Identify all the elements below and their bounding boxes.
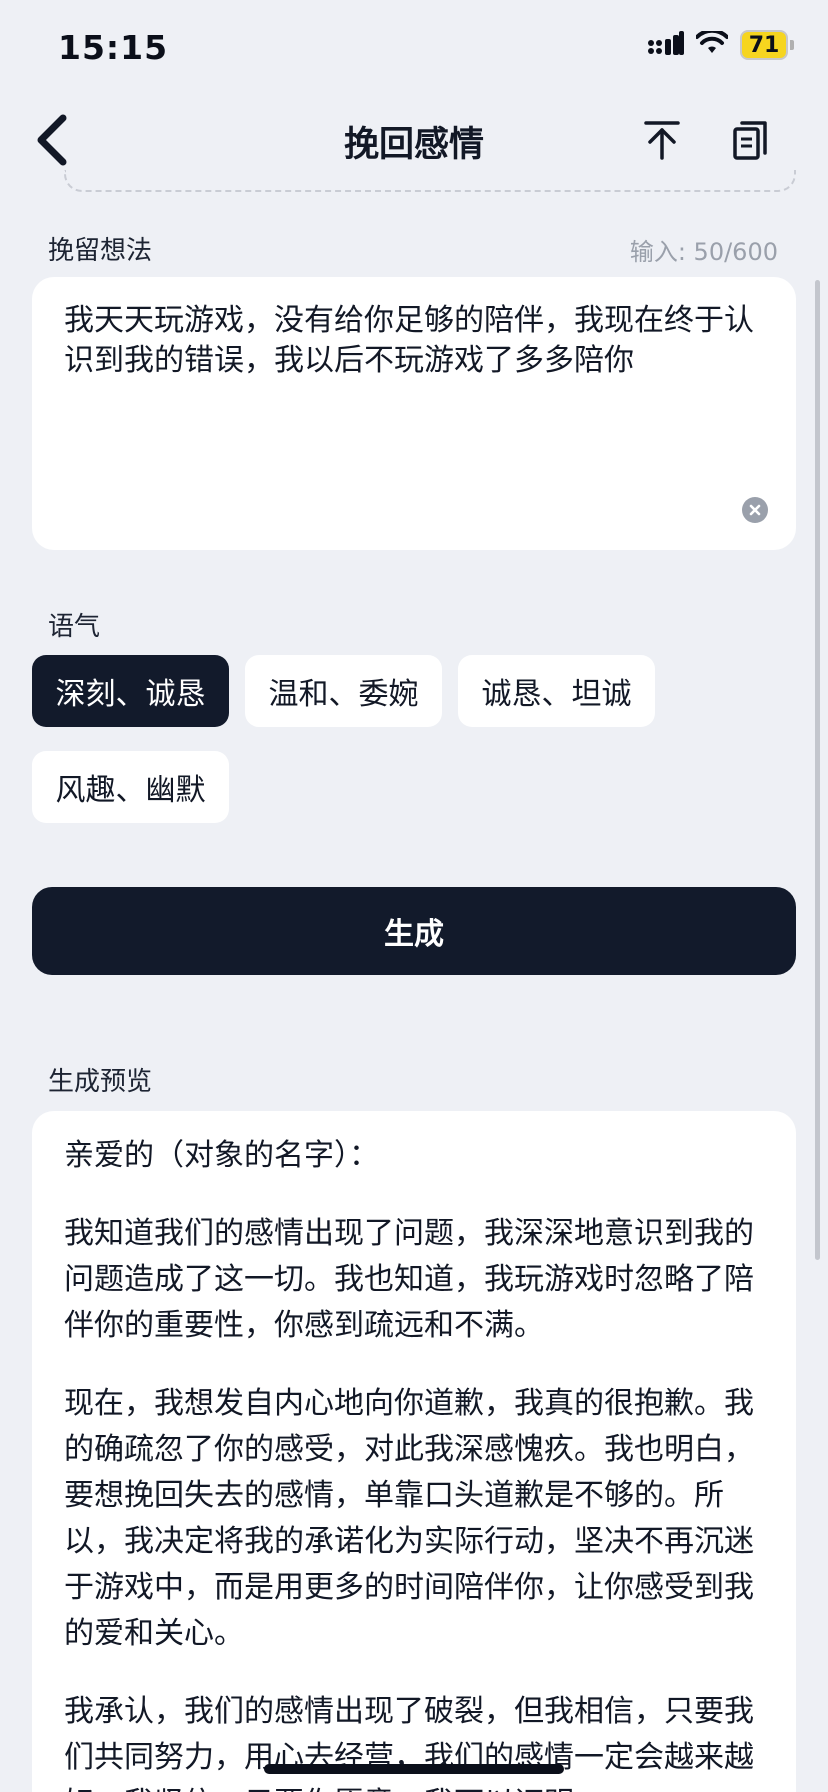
status-time: 15:15 xyxy=(58,28,169,67)
scrollbar[interactable] xyxy=(815,280,820,1260)
wifi-icon xyxy=(695,28,729,59)
generate-button[interactable]: 生成 xyxy=(32,887,796,975)
preview-label: 生成预览 xyxy=(48,1067,153,1097)
preview-paragraph: 我承认，我们的感情出现了破裂，但我相信，只要我们共同努力，用心去经营，我们的感情… xyxy=(64,1694,754,1792)
battery-icon: 71 xyxy=(740,30,794,60)
tone-chip-witty-humorous[interactable]: 风趣、幽默 xyxy=(32,751,229,823)
clear-input-button[interactable] xyxy=(742,497,768,523)
tone-label: 语气 xyxy=(48,612,101,642)
tone-chip-sincere-frank[interactable]: 诚恳、坦诚 xyxy=(458,655,655,727)
input-counter: 输入: 50/600 xyxy=(629,238,778,266)
page-title: 挽回感情 xyxy=(343,125,484,165)
retain-input-field[interactable]: 我天天玩游戏，没有给你足够的陪伴，我现在终于认识到我的错误，我以后不玩游戏了多多… xyxy=(32,277,796,550)
status-bar: 15:15 71 xyxy=(0,0,828,100)
status-icons: 71 xyxy=(648,28,794,60)
preview-paragraph: 我知道我们的感情出现了问题，我深深地意识到我的问题造成了这一切。我也知道，我玩游… xyxy=(64,1216,754,1343)
page: 15:15 71 挽回感情 挽留想法 输入: 50/600 我天天玩游戏，没有给… xyxy=(0,0,828,1792)
preview-paragraph: 现在，我想发自内心地向你道歉，我真的很抱歉。我的确疏忽了你的感受，对此我深感愧疚… xyxy=(64,1386,754,1651)
battery-level: 71 xyxy=(740,30,788,60)
tone-chip-gentle-tactful[interactable]: 温和、委婉 xyxy=(245,655,442,727)
copy-button[interactable] xyxy=(720,110,780,170)
previous-card-edge xyxy=(64,170,796,192)
preview-text: 亲爱的（对象的名字）： 我知道我们的感情出现了问题，我深深地意识到我的问题造成了… xyxy=(64,1133,760,1792)
upload-icon xyxy=(644,121,680,160)
battery-tip xyxy=(790,40,794,50)
copy-icon xyxy=(733,121,767,160)
nav-bar: 挽回感情 xyxy=(0,100,828,180)
retain-input-text[interactable]: 我天天玩游戏，没有给你足够的陪伴，我现在终于认识到我的错误，我以后不玩游戏了多多… xyxy=(64,301,760,381)
preview-card: 亲爱的（对象的名字）： 我知道我们的感情出现了问题，我深深地意识到我的问题造成了… xyxy=(32,1111,796,1792)
home-indicator[interactable] xyxy=(264,1764,564,1774)
close-icon xyxy=(749,504,761,516)
tone-chip-deep-sincere[interactable]: 深刻、诚恳 xyxy=(32,655,229,727)
share-button[interactable] xyxy=(632,110,692,170)
cellular-signal-icon xyxy=(648,31,684,59)
retain-label: 挽留想法 xyxy=(48,236,153,266)
preview-greeting: 亲爱的（对象的名字）： xyxy=(64,1138,379,1173)
